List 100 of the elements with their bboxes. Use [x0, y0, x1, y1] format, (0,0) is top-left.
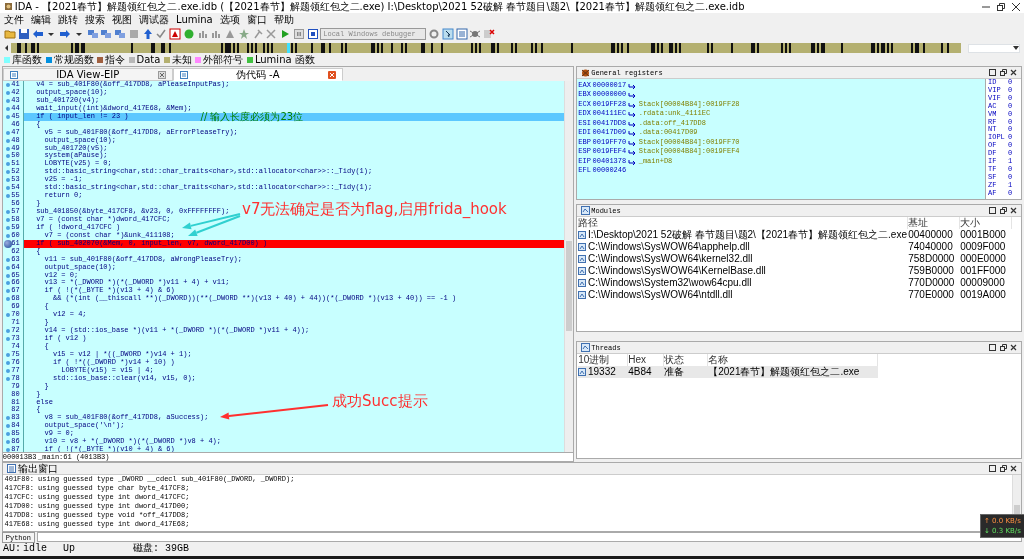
bug-icon[interactable] [469, 28, 482, 40]
restore-icon[interactable] [999, 69, 1007, 76]
check-icon[interactable] [155, 28, 168, 40]
table-cell: C:\Windows\SysWOW64\apphelp.dll [588, 241, 750, 253]
segment-dropdown[interactable] [968, 43, 1020, 53]
thread-icon [580, 343, 590, 352]
bug-icon [580, 68, 590, 77]
play-icon[interactable] [279, 28, 291, 40]
maximize-icon[interactable] [989, 69, 997, 76]
forward-arrow-icon[interactable] [59, 28, 71, 40]
column-header[interactable]: 大小 [960, 217, 1013, 229]
document-icon [9, 70, 18, 79]
close-icon[interactable] [1010, 69, 1018, 76]
legend-label: 常规函数 [53, 54, 94, 66]
menu-item[interactable]: 调试器 [139, 13, 169, 26]
remove-breakpoint-icon[interactable] [483, 28, 495, 40]
column-header[interactable]: 路径 [578, 217, 909, 229]
windows-icon[interactable] [100, 28, 113, 40]
breakpoint-icon[interactable] [3, 239, 12, 248]
maximize-icon[interactable] [989, 465, 997, 472]
table-cell: 【2021春节】解题领红包之二.exe [708, 366, 860, 378]
table-cell: 准备 [664, 366, 685, 378]
table-cell: 74040000 [908, 241, 953, 253]
restore-icon[interactable] [999, 207, 1007, 214]
menu-item[interactable]: Lumina [176, 13, 213, 26]
window-title: IDA - 【2021春节】解题领红包之二.exe.idb (【2021春节】解题领红包之二.exe) I:\Desktop\2021 52破解 春节题目\题2\【2021春节】解题领红包之二.exe.idb [14, 0, 745, 13]
jump-arrow-icon[interactable] [627, 82, 637, 89]
table-cell: C:\Windows\System32\wow64cpu.dll [588, 277, 752, 289]
legend-label: Lumina 函数 [254, 54, 315, 66]
table-cell: 00400000 [908, 229, 953, 241]
menu-item[interactable]: 窗口 [246, 13, 267, 26]
module-icon [578, 267, 587, 275]
annotation-text: 成功Succ提示 [332, 392, 428, 410]
menu-item[interactable]: 编辑 [31, 13, 51, 26]
menu-item[interactable]: 帮助 [273, 13, 294, 26]
menu-item[interactable]: 视图 [112, 13, 132, 26]
table-cell: 770D0000 [908, 277, 955, 289]
save-icon[interactable] [17, 28, 30, 40]
status-text: Up [63, 543, 76, 555]
close-icon[interactable] [1010, 344, 1018, 351]
navigation-band[interactable] [10, 43, 961, 53]
table-cell: 770E0000 [908, 289, 954, 301]
jump-arrow-icon[interactable] [627, 92, 637, 98]
jump-arrow-icon[interactable] [627, 130, 637, 136]
restore-icon[interactable] [999, 465, 1007, 472]
jump-arrow-icon[interactable] [627, 120, 637, 127]
star-icon[interactable] [237, 28, 250, 40]
jump-arrow-icon[interactable] [627, 149, 637, 155]
pause-icon[interactable] [292, 28, 305, 40]
legend-label: 未知 [171, 54, 192, 66]
table-cell: 758D0000 [908, 253, 955, 265]
restore-icon[interactable] [997, 2, 1005, 11]
menu-item[interactable]: 搜索 [85, 13, 105, 26]
column-header[interactable]: 基址 [908, 217, 961, 229]
table-cell: 0019A000 [960, 289, 1006, 301]
legend-label: 库函数 [12, 54, 42, 66]
jump-arrow-icon[interactable] [627, 111, 637, 117]
tab[interactable]: 伪代码 -A [172, 68, 343, 81]
table-cell: C:\Windows\SysWOW64\KernelBase.dll [588, 265, 766, 277]
restore-icon[interactable] [999, 344, 1007, 351]
panel-title: 输出窗口 [17, 462, 58, 475]
module-icon [578, 291, 587, 299]
table-cell: C:\Windows\SysWOW64\kernel32.dll [588, 253, 753, 265]
module-icon [578, 255, 587, 263]
up-arrow-icon[interactable] [141, 28, 154, 40]
legend-label: Data [136, 54, 161, 66]
jump-arrow-icon[interactable] [627, 158, 637, 165]
jump-arrow-icon[interactable] [627, 139, 637, 146]
table-cell: 001FF000 [960, 265, 1006, 277]
close-icon[interactable] [1012, 2, 1020, 11]
status-text: idle [23, 543, 48, 555]
table-cell: C:\Windows\SysWOW64\ntdll.dll [588, 289, 733, 301]
table-cell: 759B0000 [908, 265, 954, 277]
table-cell: 0009F000 [960, 241, 1006, 253]
module-icon [578, 279, 587, 287]
annotation-text: v7无法确定是否为flag,启用frida_hook [242, 200, 507, 218]
maximize-icon[interactable] [989, 207, 997, 214]
command-input[interactable] [36, 532, 1023, 542]
jump-arrow-icon[interactable] [627, 101, 637, 108]
windows-icon[interactable] [114, 28, 126, 40]
annotation-arrow [182, 213, 241, 230]
triangle-icon[interactable] [169, 28, 181, 40]
stop-icon[interactable] [306, 28, 319, 40]
back-arrow-icon[interactable] [31, 28, 44, 40]
status-text: 磁盘: 39GB [133, 543, 190, 555]
tab[interactable]: IDA View-EIP [2, 68, 173, 81]
status-text: AU: [3, 543, 22, 555]
table-cell: 0001B000 [960, 229, 1006, 241]
menu-item[interactable]: 文件 [4, 13, 24, 26]
close-icon[interactable] [1010, 207, 1018, 214]
left-arrow-icon[interactable] [4, 43, 9, 53]
maximize-icon[interactable] [989, 344, 997, 351]
app-icon [4, 2, 13, 11]
close-icon[interactable] [1010, 465, 1018, 472]
menu-item[interactable]: 选项 [219, 13, 240, 26]
scrollbar[interactable] [563, 81, 573, 452]
table-cell: 19332 [588, 366, 616, 378]
thread-icon [578, 368, 587, 376]
menu-item[interactable]: 跳转 [58, 13, 78, 26]
table-cell: 000E0000 [960, 253, 1006, 265]
